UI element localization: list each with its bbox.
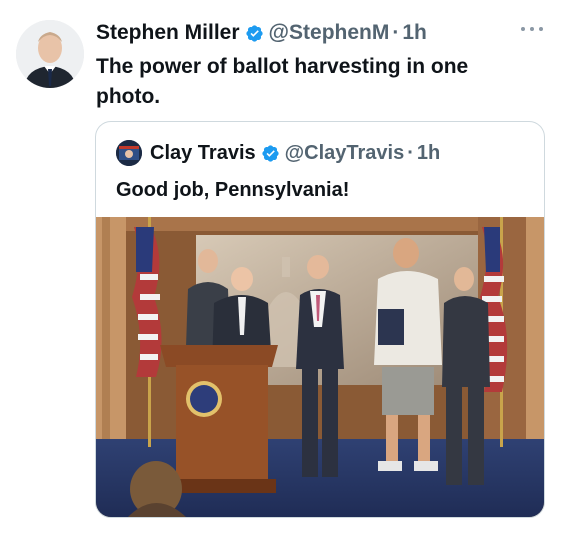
tweet-header: Stephen Miller @StephenM · 1h — [96, 20, 545, 46]
tweet-timestamp[interactable]: 1h — [402, 21, 427, 45]
quoted-tweet-header: Clay Travis @ClayTravis · 1h — [116, 140, 440, 166]
verified-badge-icon[interactable] — [245, 24, 264, 43]
author-avatar[interactable] — [16, 20, 84, 88]
tweet-text: The power of ballot harvesting in one ph… — [96, 55, 469, 108]
press-conference-photo — [96, 217, 544, 517]
quoted-author-avatar-image — [116, 140, 142, 166]
quoted-tweet-text: Good job, Pennsylvania! — [116, 179, 350, 201]
quoted-tweet-photo[interactable] — [96, 217, 544, 517]
quoted-tweet-timestamp[interactable]: 1h — [417, 142, 440, 165]
verified-badge-icon[interactable] — [261, 144, 280, 163]
quoted-author-handle[interactable]: @ClayTravis — [285, 142, 405, 165]
author-avatar-image — [16, 20, 84, 88]
separator-dot: · — [407, 141, 414, 164]
separator-dot: · — [392, 21, 400, 44]
author-name[interactable]: Stephen Miller — [96, 21, 240, 45]
more-options-icon[interactable] — [519, 23, 545, 35]
quoted-author-name[interactable]: Clay Travis — [150, 142, 256, 165]
quoted-author-avatar[interactable] — [116, 140, 142, 166]
author-handle[interactable]: @StephenM — [269, 21, 390, 45]
quoted-tweet-card[interactable]: Clay Travis @ClayTravis · 1h Good job, P… — [95, 121, 545, 518]
